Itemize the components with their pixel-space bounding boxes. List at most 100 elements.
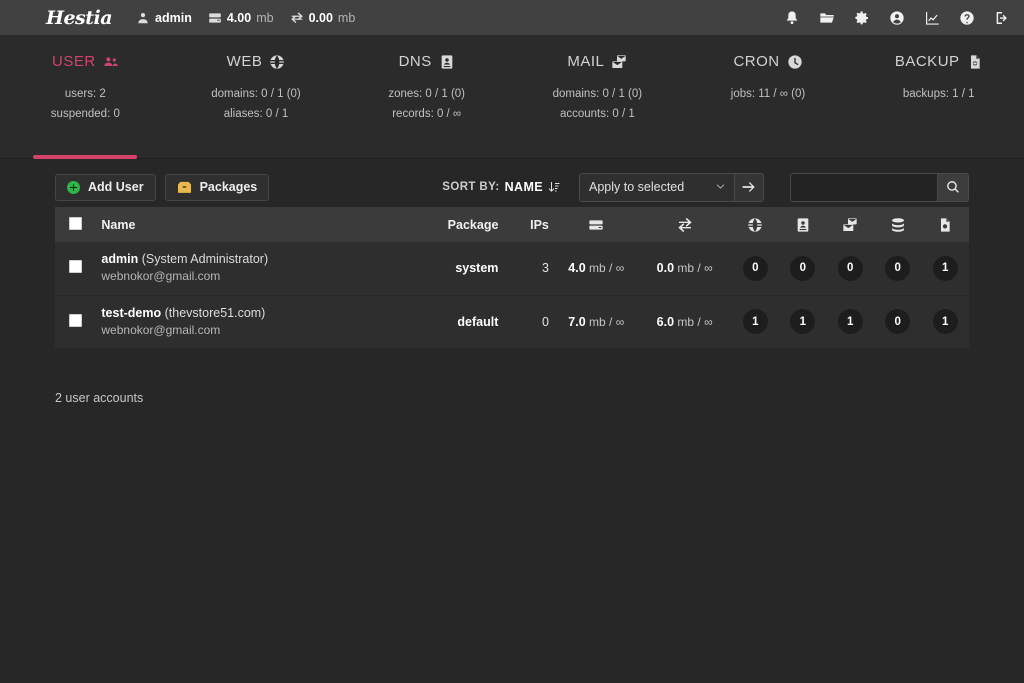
row-disk-quota: ∞ [615, 314, 625, 329]
header-mail[interactable] [827, 207, 874, 242]
row-disk-usage: 7.0 mb / ∞ [568, 314, 625, 329]
account-count: 2 user accounts [55, 390, 144, 405]
arrow-right-icon [742, 182, 755, 192]
search-input[interactable] [790, 172, 938, 202]
row-web-cell: 0 [732, 242, 779, 295]
row-package: system [455, 261, 499, 276]
row-username[interactable]: test-demo [101, 306, 161, 320]
header-bandwidth[interactable] [638, 207, 732, 242]
row-username[interactable]: admin [101, 252, 138, 266]
header-name[interactable]: Name [95, 207, 428, 242]
row-database-count[interactable]: 0 [885, 309, 911, 334]
header-backup[interactable] [921, 207, 969, 242]
row-package: default [457, 314, 499, 329]
row-user-line: admin (System Administrator) [101, 251, 422, 268]
select-all-checkbox[interactable] [68, 216, 82, 230]
header-ips[interactable]: IPs [504, 207, 554, 242]
table-row[interactable]: admin (System Administrator) webnokor@gm… [55, 242, 969, 295]
header-disk[interactable] [555, 207, 638, 242]
logout-icon[interactable] [994, 10, 1010, 26]
row-web-count[interactable]: 0 [742, 255, 768, 281]
table-row[interactable]: test-demo (thevstore51.com) webnokor@gma… [55, 295, 969, 348]
apply-go-button[interactable] [735, 172, 764, 202]
row-bandwidth-quota: ∞ [704, 314, 713, 329]
dns-icon [441, 54, 453, 69]
topbar-bandwidth-value: 0.00 [308, 10, 333, 25]
folder-icon[interactable] [819, 10, 835, 26]
dns-icon [797, 217, 809, 232]
row-web-count[interactable]: 1 [742, 309, 768, 334]
add-user-button[interactable]: Add User [55, 173, 156, 201]
header-database[interactable] [874, 207, 921, 242]
header-dns[interactable] [779, 207, 826, 242]
topbar-username: admin [155, 10, 192, 25]
user-circle-icon[interactable] [889, 10, 905, 26]
user-icon [138, 12, 148, 23]
apply-to-selected-value: Apply to selected [589, 180, 685, 194]
row-mail-count[interactable]: 1 [837, 309, 863, 334]
bell-icon[interactable] [784, 10, 800, 26]
row-backup-count[interactable]: 1 [932, 309, 958, 334]
chart-icon[interactable] [924, 10, 940, 26]
row-select-cell [55, 242, 95, 295]
topbar-user[interactable]: admin [136, 11, 192, 25]
packages-button[interactable]: Packages [164, 173, 270, 201]
table-header-row: Name Package IPs [55, 207, 969, 242]
nav-dns-stat-records: records: 0 / ∞ [392, 108, 462, 120]
help-icon[interactable] [959, 10, 975, 26]
sort-by-value: NAME [504, 180, 543, 194]
row-ips: 3 [541, 261, 549, 276]
nav-item-web[interactable]: WEB domains: 0 / 1 (0) aliases: 0 / 1 [171, 53, 342, 159]
row-database-count[interactable]: 0 [885, 255, 911, 281]
nav-item-backup[interactable]: BACKUP backups: 1 / 1 [853, 53, 1024, 159]
header-package[interactable]: Package [429, 207, 505, 242]
row-dns-count[interactable]: 1 [790, 309, 816, 334]
topbar-disk-unit: mb [256, 10, 274, 25]
row-email: webnokor@gmail.com [101, 322, 221, 337]
nav-mail-stat-domains: domains: 0 / 1 (0) [552, 88, 643, 100]
nav-item-cron-label: CRON [733, 53, 780, 70]
sort-by-label: SORT BY: [442, 181, 500, 193]
gear-icon[interactable] [854, 10, 870, 26]
row-checkbox[interactable] [68, 260, 82, 274]
globe-icon [270, 54, 285, 69]
row-bandwidth-unit: mb [677, 314, 695, 329]
row-bandwidth-unit: mb [677, 261, 695, 276]
row-bandwidth-usage: 6.0 mb / ∞ [656, 314, 713, 329]
nav-item-dns[interactable]: DNS zones: 0 / 1 (0) records: 0 / ∞ [341, 53, 512, 159]
row-web-cell: 1 [732, 295, 779, 348]
nav-item-cron[interactable]: CRON jobs: 11 / ∞ (0) [683, 53, 854, 159]
row-dns-count[interactable]: 0 [790, 255, 816, 281]
nav-cron-stat-jobs: jobs: 11 / ∞ (0) [730, 88, 806, 100]
row-disk-used: 7.0 [568, 314, 586, 329]
row-ips: 0 [541, 314, 549, 329]
row-bandwidth-usage: 0.0 mb / ∞ [656, 261, 713, 276]
nav-item-backup-label: BACKUP [894, 53, 960, 70]
row-user-detail: (thevstore51.com) [164, 305, 266, 320]
row-user-line: test-demo (thevstore51.com) [101, 305, 422, 322]
nav-item-mail[interactable]: MAIL domains: 0 / 1 (0) accounts: 0 / 1 [512, 53, 683, 159]
row-checkbox[interactable] [68, 313, 82, 327]
row-mail-count[interactable]: 0 [837, 255, 863, 281]
clock-icon [787, 54, 802, 69]
nav-mail-stat-accounts: accounts: 0 / 1 [559, 108, 635, 120]
row-name-cell: admin (System Administrator) webnokor@gm… [95, 242, 428, 295]
nav-backup-stat-backups: backups: 1 / 1 [902, 88, 975, 100]
row-disk-usage: 4.0 mb / ∞ [568, 261, 625, 276]
stats-nav: USER users: 2 suspended: 0 WEB domains: … [0, 35, 1024, 159]
app-logo[interactable]: Hestia [46, 7, 113, 29]
nav-item-user[interactable]: USER users: 2 suspended: 0 [0, 53, 171, 159]
row-user-detail: (System Administrator) [141, 252, 269, 267]
row-mail-cell: 0 [827, 242, 874, 295]
row-bandwidth-used: 0.0 [656, 261, 675, 276]
topbar-actions [784, 10, 1010, 26]
nav-item-web-label: WEB [226, 53, 263, 70]
header-web[interactable] [732, 207, 779, 242]
sort-by-control[interactable]: SORT BY: NAME [442, 180, 560, 194]
row-mail-cell: 1 [827, 295, 874, 348]
list-toolbar: Add User Packages SORT BY: NAME Apply to… [55, 159, 969, 207]
add-user-label: Add User [88, 180, 144, 194]
row-backup-count[interactable]: 1 [932, 255, 958, 281]
search-button[interactable] [938, 172, 969, 202]
apply-to-selected-select[interactable]: Apply to selected [579, 172, 735, 202]
